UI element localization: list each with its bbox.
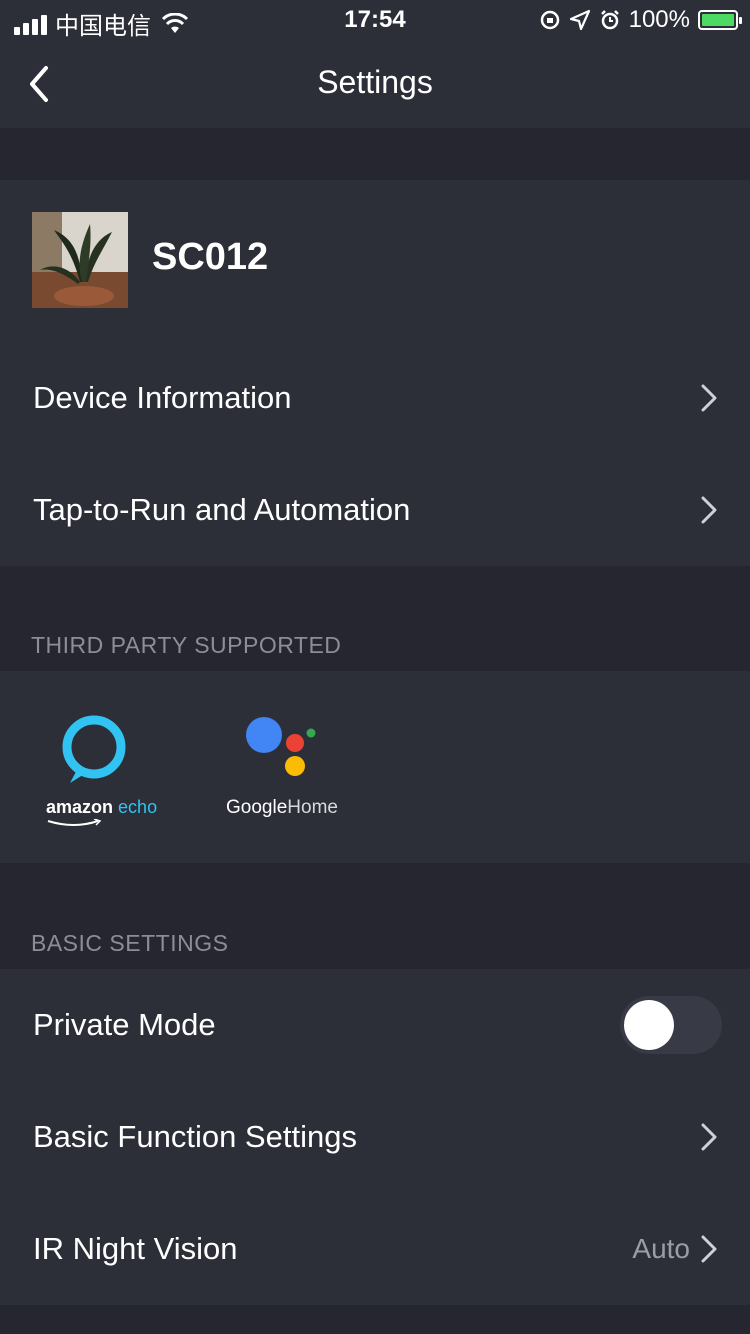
device-card: SC012 Device Information Tap-to-Run and … xyxy=(0,180,750,566)
chevron-right-icon xyxy=(701,1235,717,1263)
amazon-echo-wordmark: amazon echo xyxy=(46,797,157,818)
echo-word: echo xyxy=(118,797,158,817)
chevron-right-icon xyxy=(701,496,717,524)
private-mode-label: Private Mode xyxy=(33,1007,216,1042)
basic-function-settings-label: Basic Function Settings xyxy=(33,1119,357,1154)
battery-percent: 100% xyxy=(628,6,690,33)
google-home-logo[interactable]: GoogleHome xyxy=(222,711,352,831)
device-information-row[interactable]: Device Information xyxy=(0,342,750,454)
ir-night-vision-value: Auto xyxy=(632,1233,690,1264)
basic-settings-card: Private Mode Basic Function Settings IR … xyxy=(0,969,750,1305)
device-name: SC012 xyxy=(152,236,269,278)
tap-to-run-row[interactable]: Tap-to-Run and Automation xyxy=(0,454,750,566)
private-mode-toggle[interactable] xyxy=(620,996,722,1054)
toggle-knob xyxy=(624,1000,674,1050)
alexa-ring-icon xyxy=(62,715,126,783)
amazon-word: amazon xyxy=(46,797,114,817)
amazon-echo-logo[interactable]: amazon echo xyxy=(40,711,170,831)
amazon-smile-icon xyxy=(47,819,102,826)
tap-to-run-label: Tap-to-Run and Automation xyxy=(33,492,411,527)
ir-night-vision-row[interactable]: IR Night Vision Auto xyxy=(0,1193,750,1305)
battery-icon xyxy=(698,10,742,30)
alarm-icon xyxy=(600,10,619,30)
status-bar: 中国电信 17:54 100% xyxy=(0,0,750,40)
google-assistant-icon xyxy=(246,717,316,776)
private-mode-row: Private Mode xyxy=(0,969,750,1081)
home-word: Home xyxy=(287,797,338,818)
device-thumbnail[interactable] xyxy=(32,212,128,308)
chevron-right-icon xyxy=(701,384,717,412)
device-information-label: Device Information xyxy=(33,380,292,415)
basic-function-settings-row[interactable]: Basic Function Settings xyxy=(0,1081,750,1193)
third-party-header: THIRD PARTY SUPPORTED xyxy=(31,632,342,658)
google-word: Google xyxy=(226,797,288,818)
rotation-lock-icon xyxy=(540,10,559,30)
status-right: 100% xyxy=(539,6,742,34)
chevron-right-icon xyxy=(701,1123,717,1151)
basic-settings-header: BASIC SETTINGS xyxy=(31,930,229,956)
google-home-wordmark: GoogleHome xyxy=(226,797,338,819)
third-party-card: amazon echo GoogleHome xyxy=(0,671,750,863)
location-icon xyxy=(569,9,590,31)
page-title: Settings xyxy=(317,64,433,100)
ir-night-vision-label: IR Night Vision xyxy=(33,1231,238,1266)
nav-bar: Settings xyxy=(0,40,750,128)
